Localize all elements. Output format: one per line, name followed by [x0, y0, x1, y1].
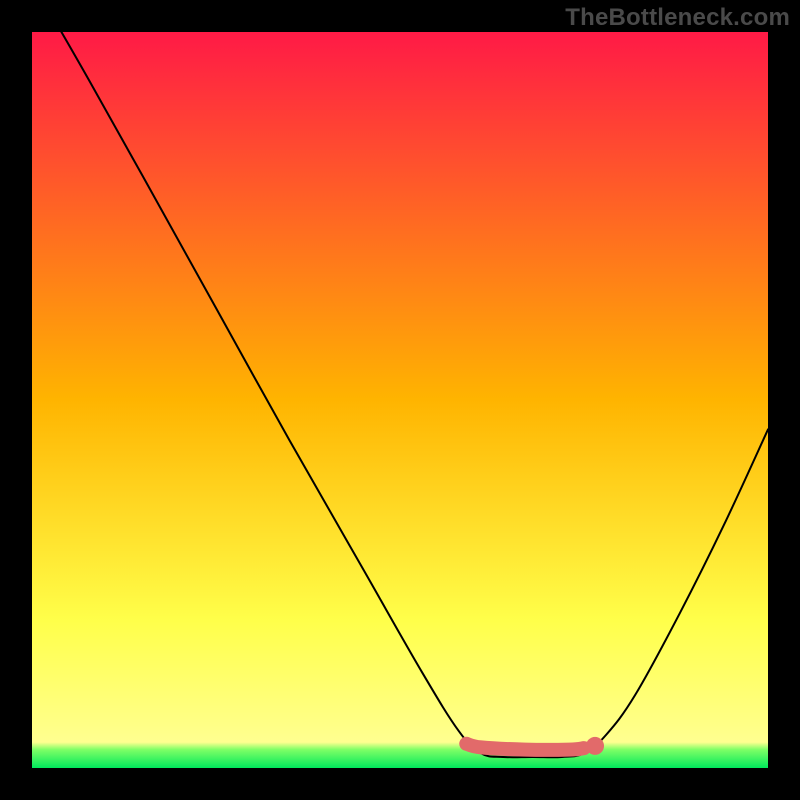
plot-area [32, 32, 768, 768]
chart-frame: TheBottleneck.com [0, 0, 800, 800]
chart-background [32, 32, 768, 768]
chart-svg [32, 32, 768, 768]
marker-optimal-range-end-dot [586, 737, 604, 755]
marker-optimal-range [466, 744, 584, 750]
watermark-text: TheBottleneck.com [565, 4, 790, 32]
